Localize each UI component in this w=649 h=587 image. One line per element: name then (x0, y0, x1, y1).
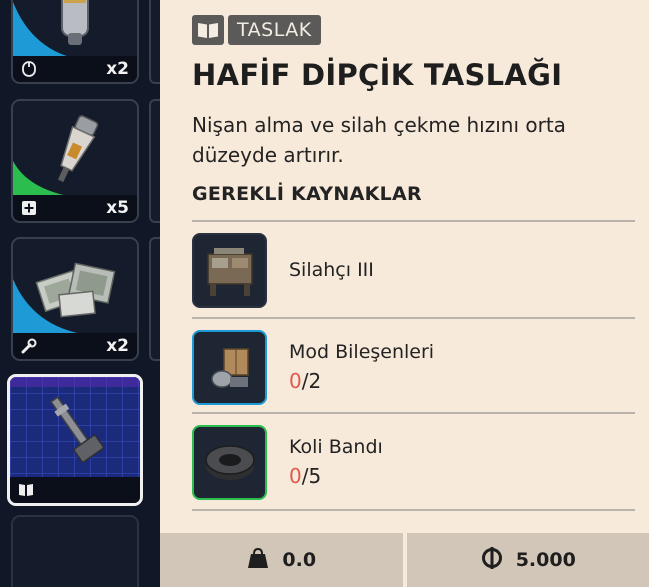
inventory-slot-edge (149, 0, 160, 84)
resource-row[interactable]: Koli Bandı 0/5 (192, 415, 635, 509)
resource-have: 0 (289, 369, 302, 393)
inventory-slot-edge (149, 237, 160, 361)
resource-need: /5 (301, 464, 322, 488)
required-resources-heading: GEREKLİ KAYNAKLAR (192, 183, 422, 205)
inventory-slot-edge (149, 99, 160, 223)
weight-icon (246, 546, 270, 574)
inventory-slot[interactable]: x5 (11, 99, 139, 223)
weight-stat: 0.0 (160, 533, 403, 587)
item-quantity: x2 (106, 59, 129, 79)
price-stat: 5.000 (406, 533, 649, 587)
item-type-label: TASLAK (228, 15, 321, 45)
item-quantity: x5 (106, 198, 129, 218)
weight-value: 0.0 (282, 549, 317, 571)
book-icon (192, 15, 224, 45)
inventory-grid: x2 x5 x2 (0, 0, 160, 587)
plus-icon (21, 200, 37, 216)
inventory-slot[interactable] (11, 515, 139, 587)
workbench-icon (192, 232, 267, 308)
divider (192, 412, 635, 414)
inventory-slot-selected[interactable] (7, 374, 143, 506)
item-detail-panel: TASLAK HAFİF DİPÇİK TASLAĞI Nişan alma v… (160, 0, 649, 587)
mouse-icon (21, 61, 37, 77)
mod-components-icon (192, 329, 267, 405)
coin-icon (480, 546, 504, 574)
resource-row[interactable]: Mod Bileşenleri 0/2 (192, 320, 635, 414)
divider (192, 220, 635, 222)
resource-have: 0 (289, 464, 302, 488)
inventory-slot[interactable]: x2 (11, 0, 139, 84)
resource-name: Mod Bileşenleri (289, 341, 435, 363)
book-icon (18, 482, 34, 498)
item-type-tag: TASLAK (192, 15, 321, 45)
divider (192, 317, 635, 319)
item-footer: 0.0 5.000 (160, 533, 649, 587)
resource-name: Koli Bandı (289, 436, 383, 458)
item-description: Nişan alma ve silah çekme hızını orta dü… (192, 113, 566, 167)
item-image (27, 249, 123, 327)
price-value: 5.000 (515, 549, 576, 571)
resource-count: 0/2 (289, 369, 434, 393)
resource-row[interactable]: Silahçı III (192, 223, 635, 317)
inventory-slot[interactable]: x2 (11, 237, 139, 361)
item-image (27, 0, 123, 50)
item-image (24, 385, 126, 473)
wrench-icon (21, 338, 37, 354)
resource-need: /2 (301, 369, 322, 393)
item-title: HAFİF DİPÇİK TASLAĞI (192, 58, 563, 92)
resource-count: 0/5 (289, 464, 383, 488)
duct-tape-icon (192, 424, 267, 500)
resource-name: Silahçı III (289, 259, 374, 281)
divider (192, 509, 635, 511)
item-image (27, 111, 123, 189)
item-quantity: x2 (106, 336, 129, 356)
